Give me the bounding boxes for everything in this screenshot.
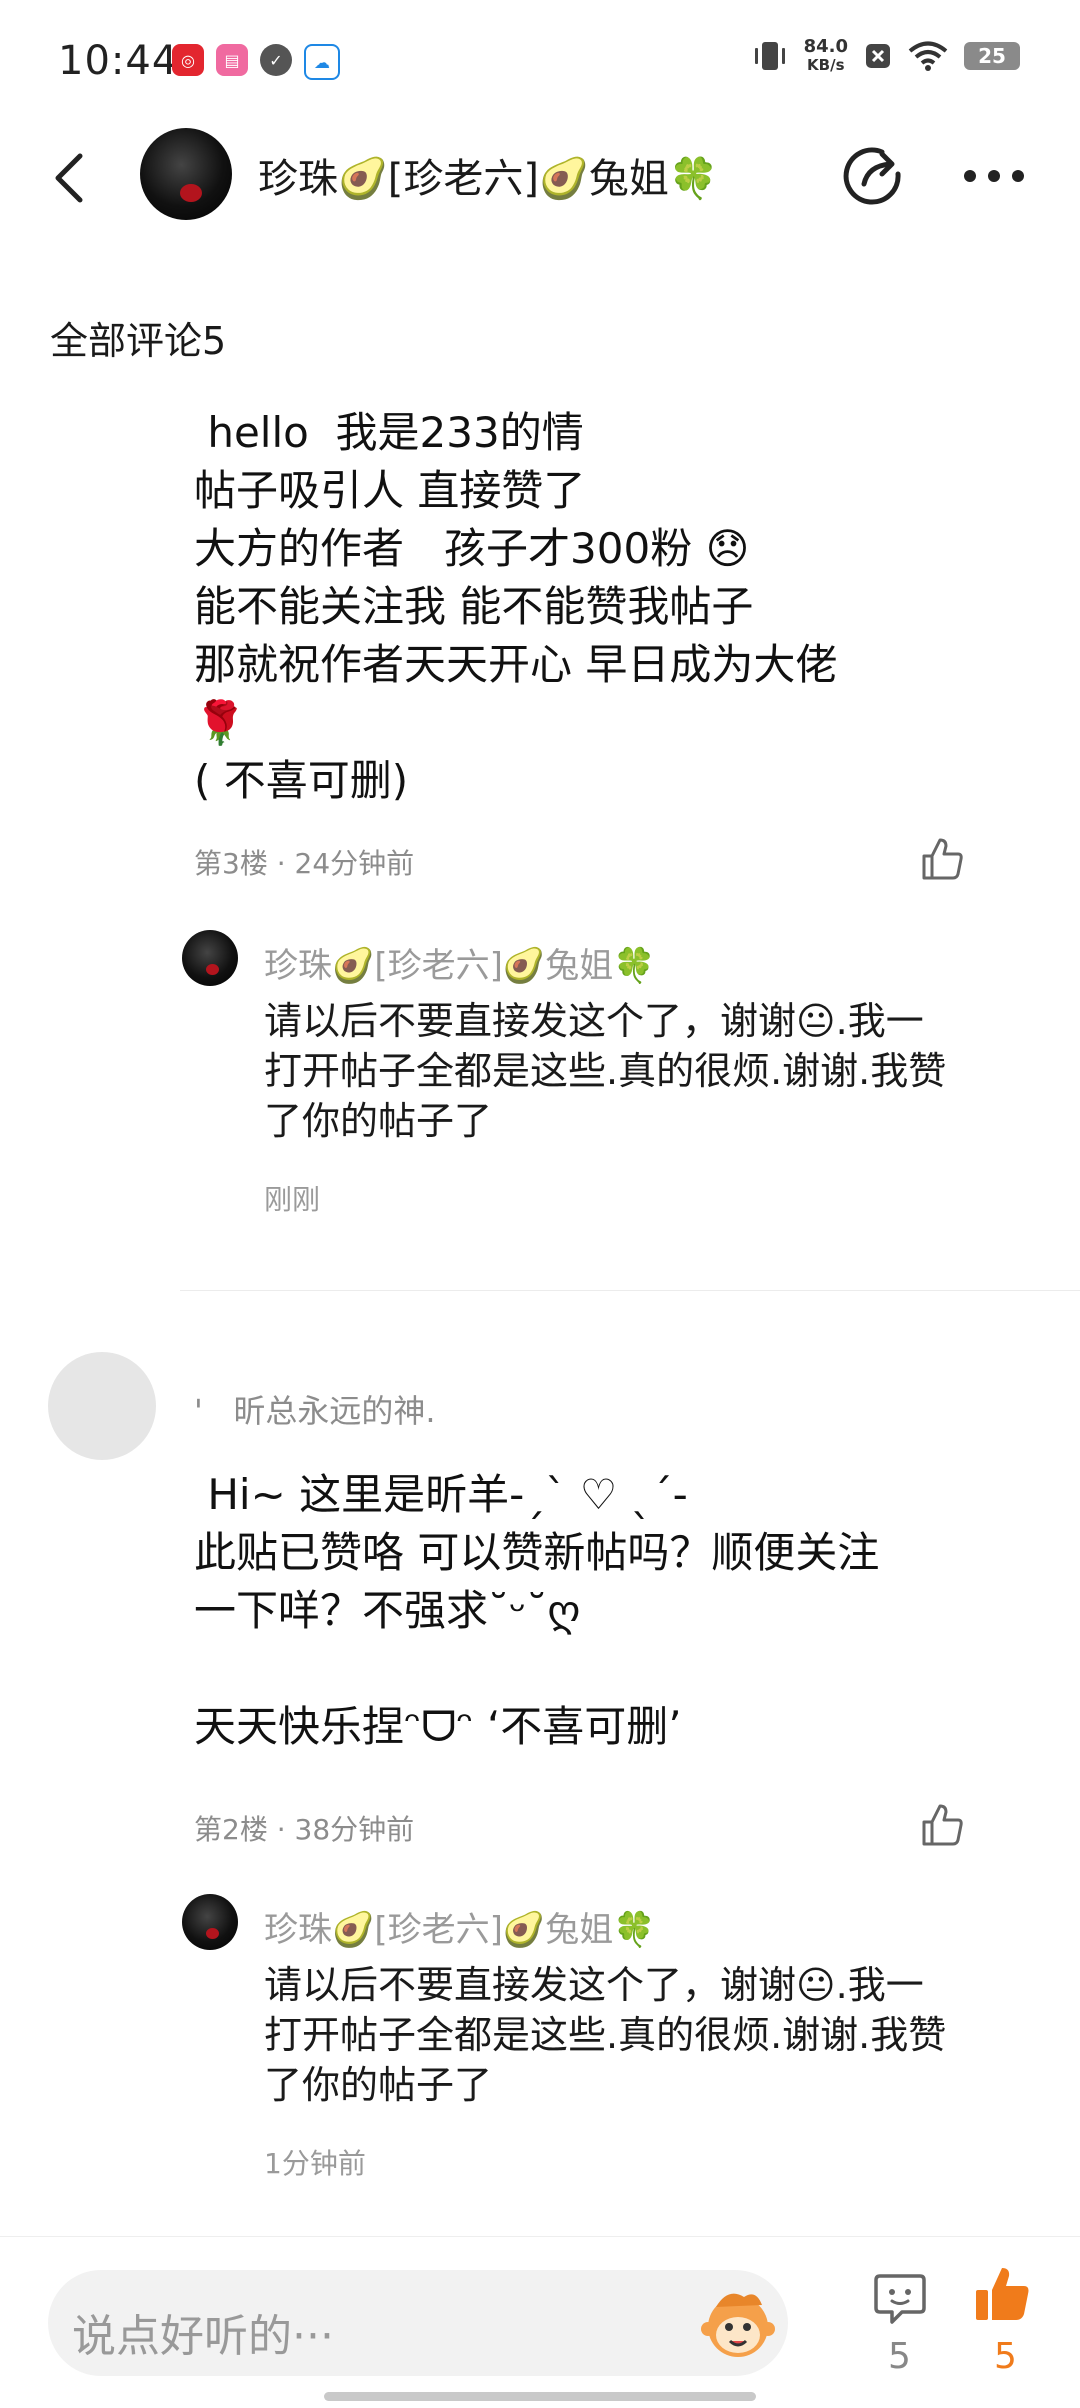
comment-text: Hi~ 这里是昕羊-ˏˋ ♡ ˎˊ- 此贴已赞咯 可以赞新帖吗？顺便关注 一下咩… bbox=[194, 1470, 880, 1751]
author-avatar[interactable] bbox=[140, 128, 232, 220]
like-filled-icon[interactable] bbox=[972, 2264, 1032, 2324]
comment-text: hello 我是233的情 帖子吸引人 直接赞了 大方的作者 孩子才300粉 😞… bbox=[194, 408, 838, 805]
comment-bubble-icon[interactable] bbox=[872, 2270, 928, 2326]
wifi-icon bbox=[908, 41, 948, 71]
more-options-icon[interactable] bbox=[962, 168, 1026, 184]
netease-music-icon: ◎ bbox=[172, 44, 204, 76]
like-icon[interactable] bbox=[918, 1800, 966, 1848]
back-arrow-icon[interactable] bbox=[48, 150, 92, 206]
speed-unit: KB/s bbox=[807, 56, 845, 74]
reply-author-name[interactable]: 珍珠🥑[珍老六]🥑兔姐🍀 bbox=[264, 938, 656, 987]
comment-meta: 第3楼 · 24分钟前 bbox=[194, 847, 415, 880]
cloud-drive-icon: ☁ bbox=[304, 44, 340, 80]
reply-time: 1分钟前 bbox=[264, 2147, 366, 2180]
bottom-divider bbox=[0, 2236, 1080, 2237]
commenter-avatar[interactable] bbox=[48, 1352, 156, 1460]
reply-time: 刚刚 bbox=[264, 1183, 321, 1216]
monkey-mascot-icon[interactable] bbox=[698, 2283, 778, 2363]
status-right: 84.0 KB/s 25 bbox=[752, 38, 1020, 74]
reply-text: 请以后不要直接发这个了，谢谢😐.我一 打开帖子全都是这些.真的很烦.谢谢.我赞 … bbox=[264, 999, 947, 1143]
speed-value: 84.0 bbox=[803, 36, 848, 57]
reply-text: 请以后不要直接发这个了，谢谢😐.我一 打开帖子全都是这些.真的很烦.谢谢.我赞 … bbox=[264, 1963, 947, 2107]
comment-meta: 第2楼 · 38分钟前 bbox=[194, 1813, 415, 1846]
share-icon[interactable] bbox=[842, 144, 904, 206]
reply-avatar[interactable] bbox=[182, 1894, 238, 1950]
all-comments-heading: 全部评论5 bbox=[50, 319, 227, 363]
sim-x-icon bbox=[866, 44, 890, 68]
author-name[interactable]: 珍珠🥑[珍老六]🥑兔姐🍀 bbox=[258, 146, 719, 204]
reply-author-name[interactable]: 珍珠🥑[珍老六]🥑兔姐🍀 bbox=[264, 1902, 656, 1951]
status-time: 10:44 bbox=[58, 38, 179, 84]
comment-input-placeholder[interactable]: 说点好听的··· bbox=[72, 2300, 334, 2364]
commenter-name[interactable]: ' 昕总永远的神. bbox=[194, 1386, 436, 1432]
comment-count: 5 bbox=[888, 2336, 911, 2377]
divider bbox=[180, 1290, 1080, 1291]
like-count: 5 bbox=[994, 2336, 1017, 2377]
home-indicator[interactable] bbox=[324, 2392, 756, 2401]
network-speed: 84.0 KB/s bbox=[803, 36, 848, 75]
pink-app-icon: ▤ bbox=[216, 44, 248, 76]
reply-avatar[interactable] bbox=[182, 930, 238, 986]
like-icon[interactable] bbox=[918, 834, 966, 882]
battery-indicator: 25 bbox=[964, 42, 1020, 70]
check-circle-icon: ✓ bbox=[260, 44, 292, 76]
vibrate-icon bbox=[754, 42, 785, 70]
